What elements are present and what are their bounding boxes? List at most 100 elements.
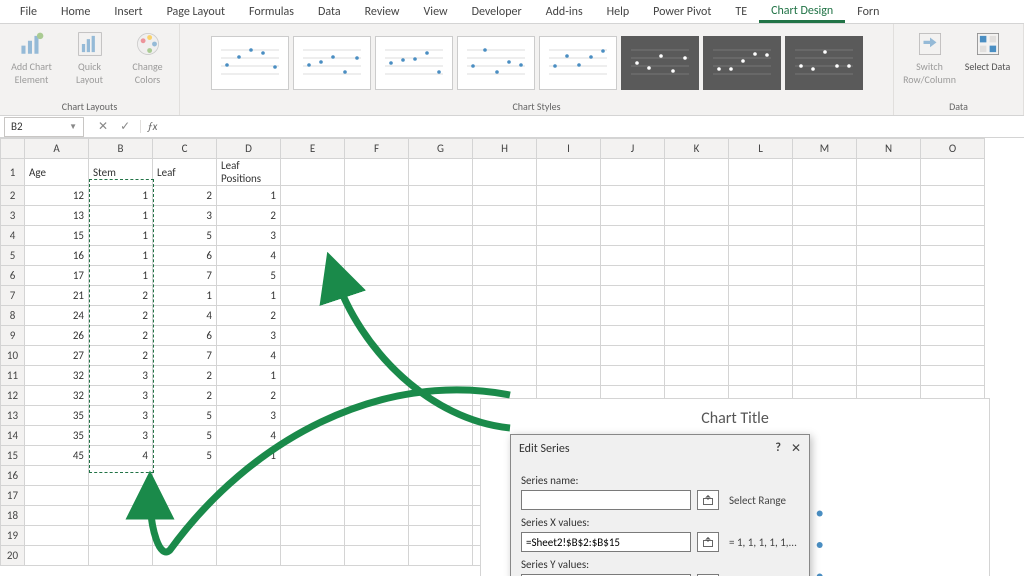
row-header[interactable]: 10	[1, 346, 25, 366]
tab-developer[interactable]: Developer	[460, 1, 534, 23]
cell[interactable]	[281, 546, 345, 566]
cell[interactable]	[729, 286, 793, 306]
row-header[interactable]: 8	[1, 306, 25, 326]
chart-title[interactable]: Chart Title	[481, 399, 989, 428]
cell[interactable]: 2	[153, 186, 217, 206]
cell[interactable]	[537, 186, 601, 206]
cell[interactable]	[921, 246, 985, 266]
cell[interactable]	[537, 266, 601, 286]
cell[interactable]	[729, 306, 793, 326]
column-header[interactable]: L	[729, 139, 793, 159]
cell[interactable]	[793, 346, 857, 366]
series-x-input[interactable]	[521, 532, 691, 552]
cell[interactable]: 4	[153, 306, 217, 326]
cell[interactable]	[281, 526, 345, 546]
cell[interactable]: 3	[217, 226, 281, 246]
cell[interactable]	[729, 206, 793, 226]
cell[interactable]	[409, 226, 473, 246]
cell[interactable]	[153, 466, 217, 486]
column-header[interactable]: M	[793, 139, 857, 159]
cell[interactable]	[217, 506, 281, 526]
cell[interactable]: Age	[25, 159, 89, 186]
cell[interactable]: 2	[89, 326, 153, 346]
cancel-icon[interactable]: ✕	[98, 119, 108, 134]
cell[interactable]	[729, 159, 793, 186]
range-picker-button[interactable]	[697, 532, 719, 552]
cell[interactable]	[281, 186, 345, 206]
cell[interactable]: 32	[25, 366, 89, 386]
cell[interactable]	[473, 266, 537, 286]
row-header[interactable]: 16	[1, 466, 25, 486]
cell[interactable]	[729, 246, 793, 266]
cell[interactable]	[281, 159, 345, 186]
cell[interactable]	[793, 226, 857, 246]
cell[interactable]: 4	[217, 426, 281, 446]
column-header[interactable]: I	[537, 139, 601, 159]
cell[interactable]	[665, 186, 729, 206]
cell[interactable]	[473, 346, 537, 366]
cell[interactable]: 4	[217, 346, 281, 366]
cell[interactable]	[409, 206, 473, 226]
cell[interactable]	[729, 346, 793, 366]
chart-style-thumb[interactable]	[539, 36, 617, 90]
cell[interactable]	[281, 206, 345, 226]
cell[interactable]	[601, 226, 665, 246]
check-icon[interactable]: ✓	[120, 119, 130, 134]
switch-row-column-button[interactable]: Switch Row/Column	[904, 28, 956, 88]
cell[interactable]	[601, 306, 665, 326]
cell[interactable]: 3	[153, 206, 217, 226]
cell[interactable]	[217, 526, 281, 546]
cell[interactable]	[281, 226, 345, 246]
row-header[interactable]: 14	[1, 426, 25, 446]
cell[interactable]	[793, 186, 857, 206]
cell[interactable]	[25, 466, 89, 486]
cell[interactable]: Stem	[89, 159, 153, 186]
column-header[interactable]: A	[25, 139, 89, 159]
row-header[interactable]: 15	[1, 446, 25, 466]
cell[interactable]: 32	[25, 386, 89, 406]
row-header[interactable]: 11	[1, 366, 25, 386]
cell[interactable]	[281, 486, 345, 506]
name-box[interactable]: B2 ▼	[4, 117, 84, 137]
cell[interactable]	[345, 306, 409, 326]
cell[interactable]	[857, 286, 921, 306]
cell[interactable]: 2	[89, 346, 153, 366]
cell[interactable]	[281, 306, 345, 326]
column-header[interactable]: C	[153, 139, 217, 159]
cell[interactable]	[601, 326, 665, 346]
cell[interactable]	[281, 366, 345, 386]
cell[interactable]	[857, 206, 921, 226]
cell[interactable]	[25, 526, 89, 546]
cell[interactable]: 3	[89, 386, 153, 406]
cell[interactable]	[793, 326, 857, 346]
cell[interactable]: 1	[217, 186, 281, 206]
cell[interactable]: 3	[89, 366, 153, 386]
cell[interactable]	[345, 286, 409, 306]
cell[interactable]: 45	[25, 446, 89, 466]
row-header[interactable]: 9	[1, 326, 25, 346]
cell[interactable]	[345, 206, 409, 226]
cell[interactable]	[281, 506, 345, 526]
cell[interactable]	[409, 426, 473, 446]
cell[interactable]: 16	[25, 246, 89, 266]
cell[interactable]	[665, 226, 729, 246]
cell[interactable]: 3	[217, 326, 281, 346]
row-header[interactable]: 6	[1, 266, 25, 286]
cell[interactable]	[345, 266, 409, 286]
row-header[interactable]: 19	[1, 526, 25, 546]
cell[interactable]	[153, 506, 217, 526]
cell[interactable]: 1	[217, 366, 281, 386]
cell[interactable]	[601, 346, 665, 366]
cell[interactable]	[921, 286, 985, 306]
tab-formulas[interactable]: Formulas	[237, 1, 306, 23]
tab-chart-design[interactable]: Chart Design	[759, 0, 845, 23]
cell[interactable]: Leaf	[153, 159, 217, 186]
cell[interactable]	[921, 326, 985, 346]
help-icon[interactable]: ?	[775, 441, 781, 456]
row-header[interactable]: 17	[1, 486, 25, 506]
cell[interactable]	[281, 346, 345, 366]
chart-style-thumb[interactable]	[621, 36, 699, 90]
tab-add-ins[interactable]: Add-ins	[534, 1, 595, 23]
close-icon[interactable]: ✕	[791, 441, 801, 456]
cell[interactable]	[409, 486, 473, 506]
